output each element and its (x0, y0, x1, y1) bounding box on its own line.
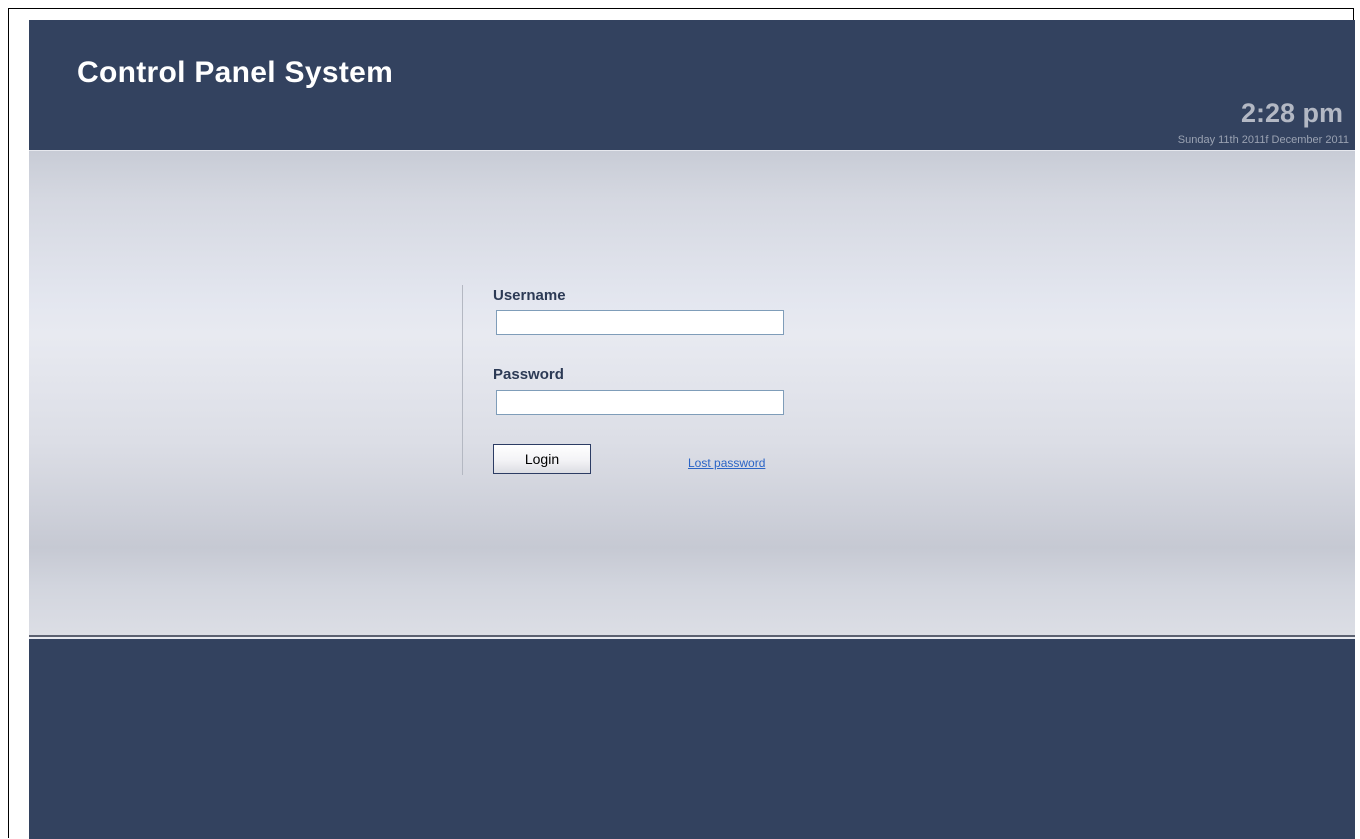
form-left-divider (462, 285, 463, 475)
clock-time: 2:28 pm (1240, 98, 1343, 128)
password-label: Password (493, 366, 564, 383)
password-input[interactable] (496, 390, 784, 415)
app-title: Control Panel System (77, 56, 394, 89)
header-bar: Control Panel System 2:28 pm Sunday 11th… (29, 20, 1355, 150)
login-panel: Username Password Login Lost password (29, 151, 1355, 635)
login-button[interactable]: Login (493, 444, 591, 474)
clock-date: Sunday 11th 2011f December 2011 (1177, 134, 1349, 146)
lost-password-link[interactable]: Lost password (688, 456, 765, 470)
username-input[interactable] (496, 310, 784, 335)
footer-bar (29, 639, 1355, 839)
page-frame: Control Panel System 2:28 pm Sunday 11th… (8, 8, 1355, 839)
username-label: Username (493, 287, 566, 304)
